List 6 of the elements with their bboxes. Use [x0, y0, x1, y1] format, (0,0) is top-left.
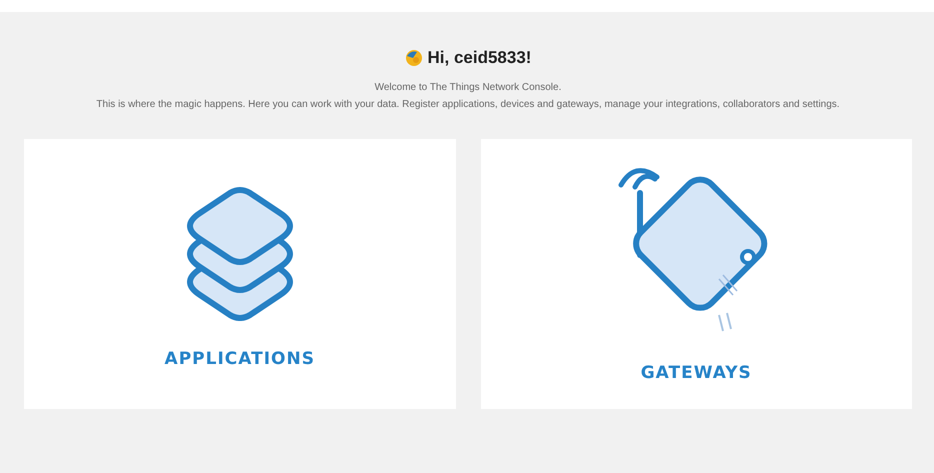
avatar-icon	[404, 49, 423, 67]
greeting-heading: Hi, ceid5833!	[428, 48, 532, 68]
gateways-card[interactable]: GATEWAYS	[480, 139, 912, 409]
welcome-text: Welcome to The Things Network Console.	[374, 82, 562, 93]
applications-card[interactable]: APPLICATIONS	[24, 139, 456, 409]
description-text: This is where the magic happens. Here you can work with your data. Register applications, devices and gateways, manage your integrations, collaborators and settings.	[96, 98, 840, 111]
